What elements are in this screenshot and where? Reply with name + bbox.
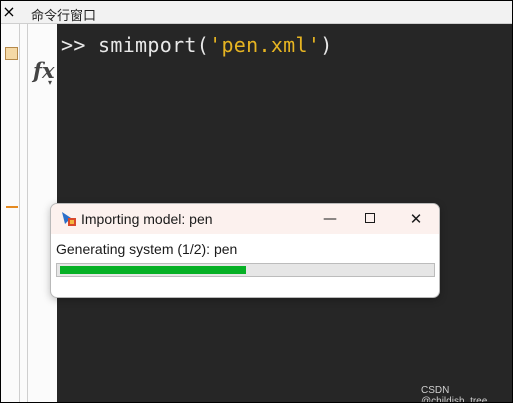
simscape-import-icon <box>62 212 76 226</box>
maximize-icon <box>365 213 375 223</box>
command-prompt: >> <box>61 33 99 57</box>
progress-bar-fill <box>60 266 246 274</box>
command-function: smimport( <box>98 33 210 57</box>
progress-status-text: Generating system (1/2): pen <box>56 241 238 257</box>
command-window-title: 命令行窗口 <box>31 9 97 24</box>
dialog-title: Importing model: pen <box>81 211 213 227</box>
import-progress-dialog: Importing model: pen — ✕ Generating syst… <box>50 203 440 298</box>
folder-marker-icon[interactable] <box>5 47 18 60</box>
minimize-button[interactable]: — <box>308 204 352 234</box>
command-line: >> smimport('pen.xml') <box>61 33 333 57</box>
gutter-divider <box>19 24 20 402</box>
command-closing-paren: ) <box>320 33 333 57</box>
scroll-position-marker <box>6 206 18 208</box>
command-window-titlebar: × 命令行窗口 <box>1 1 512 24</box>
close-dialog-button[interactable]: ✕ <box>394 204 438 234</box>
close-panel-icon[interactable]: × <box>2 3 16 21</box>
dialog-titlebar: Importing model: pen — ✕ <box>51 204 439 234</box>
progress-bar <box>56 263 435 277</box>
gutter-divider <box>27 24 28 402</box>
matlab-command-window: × 命令行窗口 fx ▾ >> smimport('pen.xml') Impo… <box>0 0 513 403</box>
maximize-button[interactable] <box>348 204 392 234</box>
command-string-literal: 'pen.xml' <box>209 33 321 57</box>
watermark-text: CSDN @childish_tree <box>421 385 488 403</box>
chevron-down-icon[interactable]: ▾ <box>48 78 52 87</box>
